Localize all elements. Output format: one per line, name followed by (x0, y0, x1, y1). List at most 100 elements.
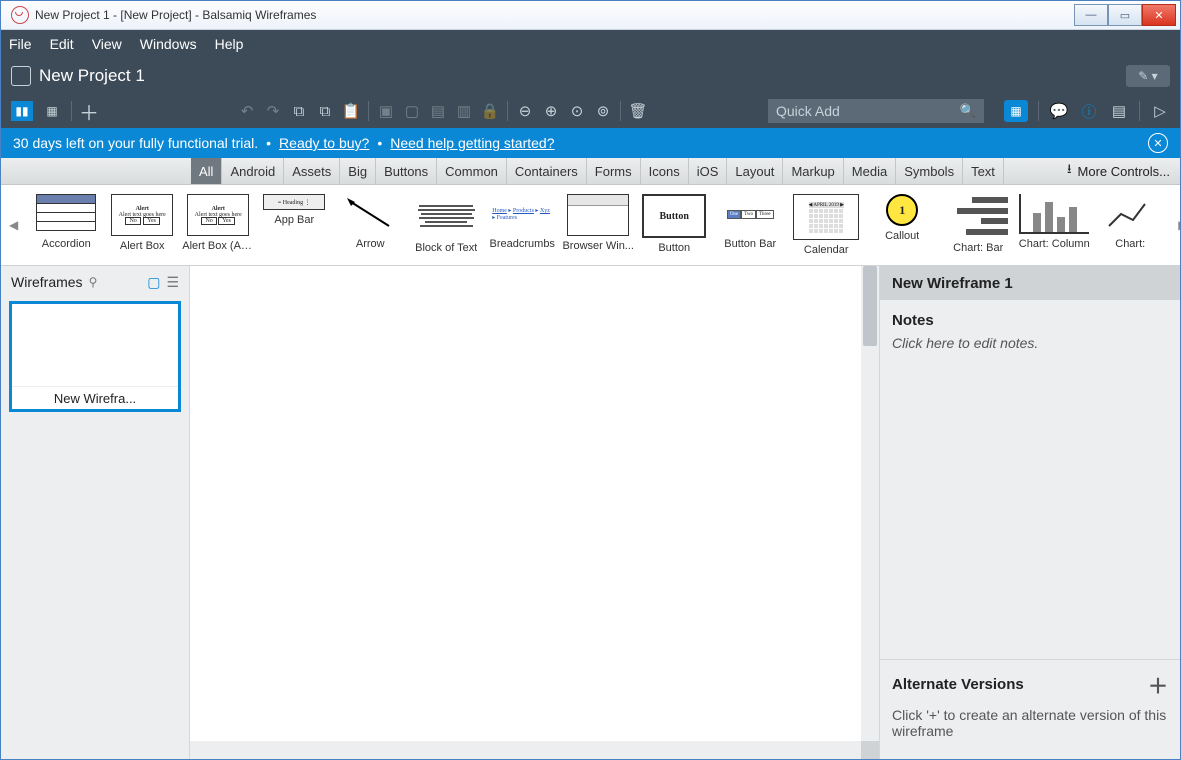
undo-icon[interactable]: ↶ (238, 102, 256, 120)
library-item-appbar[interactable]: ≡ Heading ⋮App Bar (258, 194, 330, 256)
trial-text: 30 days left on your fully functional tr… (13, 135, 258, 151)
copy-icon[interactable]: ⧉ (290, 102, 308, 120)
library-item-browser[interactable]: Browser Win... (562, 194, 634, 256)
category-tab-assets[interactable]: Assets (284, 158, 340, 184)
sidebar-header: Wireframes ⚲ ▢ ☰ (1, 266, 189, 298)
lock-icon[interactable]: 🔒 (481, 102, 499, 120)
add-wireframe-icon[interactable]: ＋ (80, 102, 98, 120)
zoom-out-icon[interactable]: ⊖ (516, 102, 534, 120)
menu-file[interactable]: File (9, 36, 32, 52)
library-item-alert2[interactable]: AlertAlert text goes hereNo YesAlert Box… (182, 194, 254, 256)
library-item-chartcol[interactable]: Chart: Column (1018, 194, 1090, 256)
category-tab-common[interactable]: Common (437, 158, 507, 184)
view-single-icon[interactable]: ▮▮ (11, 101, 33, 121)
library-item-text[interactable]: Block of Text (410, 194, 482, 256)
info-icon[interactable]: ⓘ (1079, 101, 1099, 121)
window-controls: — ▭ ✕ (1074, 4, 1176, 26)
library-item-chartbar[interactable]: Chart: Bar (942, 194, 1014, 256)
category-tab-layout[interactable]: Layout (727, 158, 783, 184)
category-tab-containers[interactable]: Containers (507, 158, 587, 184)
category-tab-icons[interactable]: Icons (641, 158, 689, 184)
zoom-actual-icon[interactable]: ⊚ (594, 102, 612, 120)
send-back-icon[interactable]: ▥ (455, 102, 473, 120)
category-tabs: AllAndroidAssetsBigButtonsCommonContaine… (1, 158, 1180, 185)
delete-icon[interactable]: 🗑 (629, 102, 647, 120)
canvas[interactable] (190, 266, 861, 741)
menu-help[interactable]: Help (215, 36, 244, 52)
sidebar-view-list-icon[interactable]: ☰ (166, 274, 179, 291)
library-item-label: Alert Box (120, 240, 165, 252)
category-tab-symbols[interactable]: Symbols (896, 158, 963, 184)
library-item-accordion[interactable]: Accordion (30, 194, 102, 256)
maximize-button[interactable]: ▭ (1108, 4, 1142, 26)
inspector-title: New Wireframe 1 (880, 266, 1180, 300)
category-tab-media[interactable]: Media (844, 158, 896, 184)
library-item-bread[interactable]: Home ▸ Products ▸ Xyz ▸ FeaturesBreadcru… (486, 194, 558, 256)
titlebar[interactable]: New Project 1 - [New Project] - Balsamiq… (1, 1, 1180, 30)
fullscreen-icon[interactable]: ▷ (1150, 101, 1170, 121)
horizontal-scrollbar[interactable] (190, 741, 861, 759)
trial-close-icon[interactable]: ✕ (1148, 133, 1168, 153)
view-grid-icon[interactable]: ▦ (41, 101, 63, 121)
duplicate-icon[interactable]: ⧉ (316, 102, 334, 120)
library-item-cal[interactable]: ◀ APRIL 2019 ▶Calendar (790, 194, 862, 256)
library-item-label: Chart: Bar (953, 242, 1003, 254)
library-item-label: Button Bar (724, 238, 776, 250)
bring-front-icon[interactable]: ▤ (429, 102, 447, 120)
library-item-chartline[interactable]: Chart: (1094, 194, 1166, 256)
properties-icon[interactable]: ▤ (1109, 101, 1129, 121)
notes-field[interactable]: Click here to edit notes. (892, 335, 1168, 351)
canvas-area (190, 266, 879, 759)
library-item-arrow[interactable]: Arrow (334, 194, 406, 256)
sidebar-tree-icon[interactable]: ⚲ (89, 275, 98, 289)
app-window: New Project 1 - [New Project] - Balsamiq… (0, 0, 1181, 760)
library-item-alert[interactable]: AlertAlert text goes hereNo YesAlert Box (106, 194, 178, 256)
menu-edit[interactable]: Edit (50, 36, 74, 52)
category-tab-buttons[interactable]: Buttons (376, 158, 437, 184)
alternate-versions-section: Alternate Versions ＋ Click '+' to create… (880, 659, 1180, 759)
project-name[interactable]: New Project 1 (39, 66, 145, 86)
group-icon[interactable]: ▣ (377, 102, 395, 120)
category-tab-markup[interactable]: Markup (783, 158, 843, 184)
redo-icon[interactable]: ↷ (264, 102, 282, 120)
more-controls-button[interactable]: ⭳ More Controls... (1057, 158, 1180, 184)
category-tab-big[interactable]: Big (340, 158, 376, 184)
window-title: New Project 1 - [New Project] - Balsamiq… (35, 8, 1074, 22)
close-button[interactable]: ✕ (1142, 4, 1176, 26)
quick-add-input[interactable]: Quick Add 🔍 (768, 99, 984, 123)
library-item-label: Accordion (42, 238, 91, 250)
library-item-bbar[interactable]: OneTwoThreeButton Bar (714, 194, 786, 256)
menu-windows[interactable]: Windows (140, 36, 197, 52)
ui-library-toggle-icon[interactable]: ▦ (1004, 100, 1028, 122)
component-library: ◀ Accordion AlertAlert text goes hereNo Y… (1, 185, 1180, 266)
category-tab-text[interactable]: Text (963, 158, 1004, 184)
paste-icon[interactable]: 📋 (342, 102, 360, 120)
library-item-label: Block of Text (415, 242, 477, 254)
eyedropper-button[interactable]: ✎ ▾ (1126, 65, 1170, 87)
category-tab-ios[interactable]: iOS (689, 158, 728, 184)
vertical-scrollbar[interactable] (861, 266, 879, 741)
sidebar-view-single-icon[interactable]: ▢ (147, 274, 160, 291)
comments-icon[interactable]: 💬 (1049, 101, 1069, 121)
library-scroll-left-icon[interactable]: ◀ (9, 218, 18, 232)
search-icon: 🔍 (960, 103, 976, 119)
project-bar: New Project 1 ✎ ▾ (1, 58, 1180, 94)
library-scroll-right-icon[interactable]: ▶ (1178, 218, 1180, 232)
ungroup-icon[interactable]: ▢ (403, 102, 421, 120)
library-item-callout[interactable]: 1Callout (866, 194, 938, 256)
add-alternate-icon[interactable]: ＋ (1148, 670, 1168, 699)
help-link[interactable]: Need help getting started? (390, 135, 554, 151)
wireframes-sidebar: Wireframes ⚲ ▢ ☰ New Wirefra... (1, 266, 190, 759)
wireframe-thumb[interactable]: New Wirefra... (9, 301, 181, 412)
ready-to-buy-link[interactable]: Ready to buy? (279, 135, 369, 151)
category-tab-forms[interactable]: Forms (587, 158, 641, 184)
zoom-fit-icon[interactable]: ⊙ (568, 102, 586, 120)
library-item-button[interactable]: ButtonButton (638, 194, 710, 256)
menu-view[interactable]: View (92, 36, 122, 52)
category-tab-android[interactable]: Android (222, 158, 284, 184)
category-tab-all[interactable]: All (191, 158, 222, 184)
zoom-in-icon[interactable]: ⊕ (542, 102, 560, 120)
minimize-button[interactable]: — (1074, 4, 1108, 26)
library-item-label: Button (658, 242, 690, 254)
menubar: File Edit View Windows Help (1, 30, 1180, 58)
